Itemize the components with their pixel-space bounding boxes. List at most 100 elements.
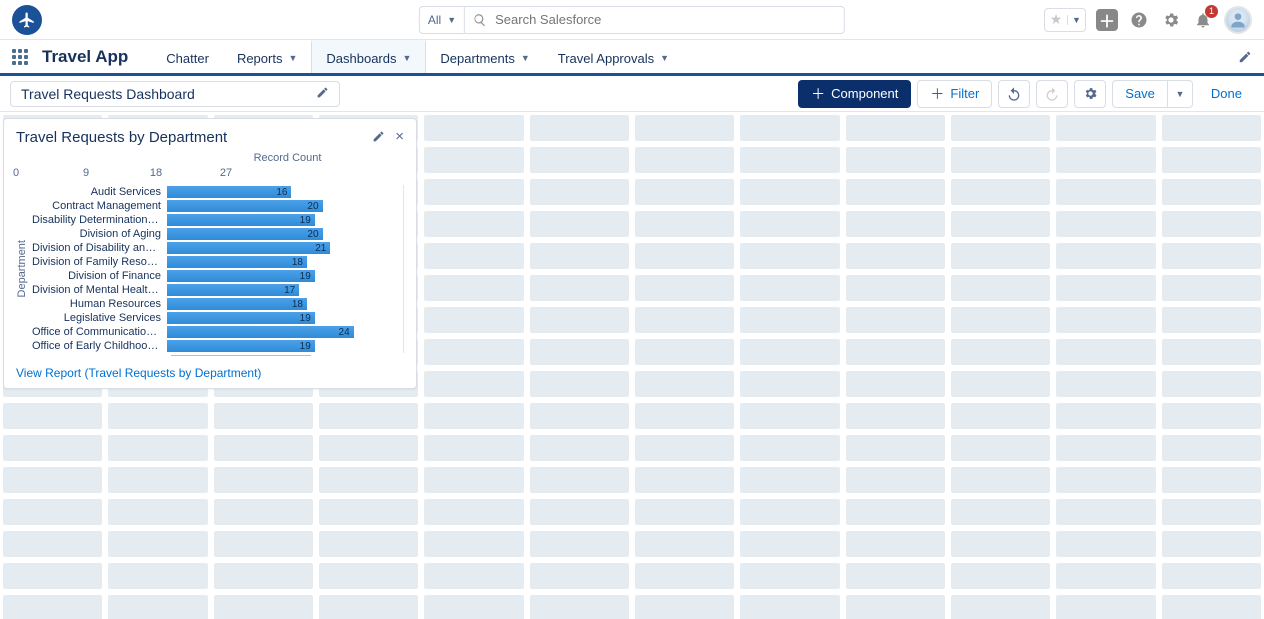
nav-tab-label: Travel Approvals: [558, 51, 654, 66]
bar-label: Audit Services: [32, 186, 167, 198]
bar-row: Office of Early Childhood a…19: [32, 339, 397, 353]
chart-x-ticks: 091827: [16, 167, 404, 181]
bar-track: 20: [167, 199, 397, 213]
bar-row: Division of Aging20: [32, 227, 397, 241]
app-nav-bar: Travel App Chatter Reports ▼ Dashboards …: [0, 40, 1264, 76]
bar[interactable]: 19: [167, 270, 315, 282]
bar[interactable]: 17: [167, 284, 299, 296]
pencil-icon[interactable]: [316, 86, 329, 102]
bar-track: 19: [167, 311, 397, 325]
bar-row: Division of Disability and Re…21: [32, 241, 397, 255]
nav-tab-departments[interactable]: Departments ▼: [426, 40, 543, 73]
bar-label: Division of Finance: [32, 270, 167, 282]
nav-tab-label: Dashboards: [326, 51, 396, 66]
plus-icon: ＋: [930, 87, 944, 101]
search-box[interactable]: [465, 6, 845, 34]
bar[interactable]: 20: [167, 200, 323, 212]
avatar-icon: [1228, 10, 1248, 30]
plus-icon: ＋: [811, 87, 825, 101]
bar-track: 20: [167, 227, 397, 241]
help-icon[interactable]: [1128, 9, 1150, 31]
settings-button[interactable]: [1074, 80, 1106, 108]
chart-card[interactable]: Travel Requests by Department × Record C…: [3, 118, 417, 389]
pencil-icon[interactable]: [372, 130, 385, 146]
nav-tab-travel-approvals[interactable]: Travel Approvals ▼: [544, 40, 683, 73]
bar[interactable]: 18: [167, 256, 307, 268]
button-label: Done: [1211, 86, 1242, 101]
star-icon: ★: [1045, 11, 1067, 28]
bar-track: 24: [167, 325, 397, 339]
bar-row: Division of Family Resources18: [32, 255, 397, 269]
search-input[interactable]: [495, 12, 836, 27]
nav-tab-label: Departments: [440, 51, 514, 66]
save-dropdown[interactable]: ▼: [1167, 80, 1193, 108]
bar-row: Legislative Services19: [32, 311, 397, 325]
bar[interactable]: 19: [167, 340, 315, 352]
header-icon-cluster: ★ ▼ ＋ 1: [1044, 6, 1252, 34]
chevron-down-icon[interactable]: ▼: [288, 53, 297, 63]
bar-track: 19: [167, 339, 397, 353]
bar-label: Division of Mental Health a…: [32, 284, 167, 296]
bar-label: Disability Determination Bu…: [32, 214, 167, 226]
notifications-bell-icon[interactable]: 1: [1192, 9, 1214, 31]
app-logo: [12, 5, 42, 35]
nav-tab-dashboards[interactable]: Dashboards ▼: [311, 40, 426, 73]
bar-track: 19: [167, 269, 397, 283]
redo-icon: [1044, 86, 1060, 102]
bar-row: Human Resources18: [32, 297, 397, 311]
bar[interactable]: 24: [167, 326, 354, 338]
caret-down-icon: ▼: [1175, 89, 1184, 99]
undo-button[interactable]: [998, 80, 1030, 108]
add-filter-button[interactable]: ＋ Filter: [917, 80, 992, 108]
view-report-link[interactable]: View Report (Travel Requests by Departme…: [16, 366, 404, 380]
bar-row: Contract Management20: [32, 199, 397, 213]
bar[interactable]: 18: [167, 298, 307, 310]
bar-track: 21: [167, 241, 397, 255]
chevron-down-icon[interactable]: ▼: [403, 53, 412, 63]
plane-icon: [18, 11, 36, 29]
bar-label: Human Resources: [32, 298, 167, 310]
nav-tabs: Chatter Reports ▼ Dashboards ▼ Departmen…: [152, 40, 683, 73]
chart-y-axis-title: Department: [16, 240, 28, 297]
bar[interactable]: 19: [167, 214, 315, 226]
search-scope-dropdown[interactable]: All ▼: [419, 6, 465, 34]
chart-bars: Audit Services16Contract Management20Dis…: [32, 185, 404, 353]
edit-nav-pencil-icon[interactable]: [1238, 50, 1252, 67]
app-launcher-icon[interactable]: [12, 49, 28, 65]
bar-label: Division of Family Resources: [32, 256, 167, 268]
bar[interactable]: 19: [167, 312, 315, 324]
redo-button[interactable]: [1036, 80, 1068, 108]
search-scope-label: All: [428, 13, 441, 27]
bar[interactable]: 21: [167, 242, 330, 254]
button-label: Save: [1125, 86, 1155, 101]
bar-row: Audit Services16: [32, 185, 397, 199]
chevron-down-icon[interactable]: ▼: [660, 53, 669, 63]
bar-label: Division of Disability and Re…: [32, 242, 167, 254]
nav-tab-chatter[interactable]: Chatter: [152, 40, 223, 73]
save-button[interactable]: Save: [1112, 80, 1167, 108]
bar-track: 18: [167, 297, 397, 311]
app-name: Travel App: [42, 47, 128, 67]
global-add-button[interactable]: ＋: [1096, 9, 1118, 31]
setup-gear-icon[interactable]: [1160, 9, 1182, 31]
button-label: Filter: [950, 86, 979, 101]
bar-track: 19: [167, 213, 397, 227]
add-component-button[interactable]: ＋ Component: [798, 80, 911, 108]
bar[interactable]: 16: [167, 186, 291, 198]
chevron-down-icon[interactable]: ▼: [521, 53, 530, 63]
bar[interactable]: 20: [167, 228, 323, 240]
bar-row: Office of Communications …24: [32, 325, 397, 339]
favorites-dropdown[interactable]: ★ ▼: [1044, 8, 1086, 32]
close-icon[interactable]: ×: [395, 130, 404, 146]
dashboard-canvas[interactable]: Travel Requests by Department × Record C…: [0, 112, 1264, 619]
chart-x-axis-title: Record Count: [16, 152, 404, 164]
nav-tab-reports[interactable]: Reports ▼: [223, 40, 311, 73]
bar-row: Disability Determination Bu…19: [32, 213, 397, 227]
user-avatar[interactable]: [1224, 6, 1252, 34]
notification-badge: 1: [1205, 5, 1218, 18]
bar-label: Contract Management: [32, 200, 167, 212]
bar-track: 16: [167, 185, 397, 199]
bar-row: Division of Mental Health a…17: [32, 283, 397, 297]
dashboard-title-input[interactable]: Travel Requests Dashboard: [10, 81, 340, 107]
done-button[interactable]: Done: [1199, 80, 1254, 108]
